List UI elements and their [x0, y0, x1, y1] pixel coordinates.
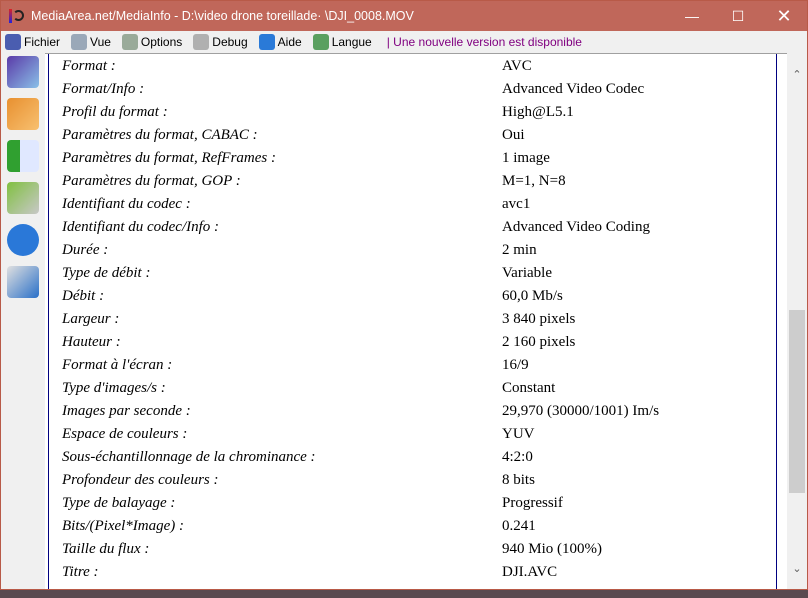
menu-langue[interactable]: Langue: [312, 33, 372, 50]
vertical-scrollbar[interactable]: ⌃ ⌄: [787, 54, 807, 589]
menu-debug[interactable]: Debug: [193, 33, 248, 50]
export-info-icon[interactable]: [7, 140, 39, 172]
update-notice[interactable]: | Une nouvelle version est disponible: [387, 35, 582, 49]
field-value: Oui: [502, 127, 525, 143]
close-button[interactable]: ✕: [761, 1, 807, 31]
web-documents-icon[interactable]: [7, 266, 39, 298]
field-label: Paramètres du format, GOP :: [62, 173, 241, 189]
debug-icon: [193, 33, 210, 50]
menu-bar: Fichier Vue Options Debug Aide Langue | Une no…: [1, 31, 807, 52]
field-label: Largeur :: [62, 311, 120, 327]
field-label: Hauteur :: [62, 334, 121, 350]
menu-label: Debug: [212, 34, 248, 49]
field-label: Format :: [62, 58, 116, 74]
field-label: Débit :: [62, 288, 105, 304]
menu-label: Options: [140, 34, 183, 49]
field-value: 4:2:0: [502, 449, 533, 465]
field-value: 940 Mio (100%): [502, 541, 602, 557]
field-value: High@L5.1: [502, 104, 574, 120]
field-label: Paramètres du format, CABAC :: [62, 127, 258, 143]
view-icon: [71, 33, 88, 50]
field-label: Identifiant du codec/Info :: [62, 219, 220, 235]
title-bar: MediaArea.net/MediaInfo - D:\video drone…: [1, 1, 807, 31]
field-value: 0.241: [502, 518, 536, 534]
field-value: 2 min: [502, 242, 537, 258]
field-label: Paramètres du format, RefFrames :: [62, 150, 276, 166]
mediainfo-app-icon: [9, 8, 25, 24]
field-label: Images par seconde :: [62, 403, 191, 419]
field-value: Constant: [502, 380, 556, 396]
field-label: Type de balayage :: [62, 495, 176, 511]
field-value: Progressif: [502, 495, 563, 511]
about-info-icon[interactable]: [7, 224, 39, 256]
field-value: avc1: [502, 196, 531, 212]
mediainfo-window: MediaArea.net/MediaInfo - D:\video drone…: [0, 0, 808, 590]
menu-fichier[interactable]: Fichier: [5, 33, 61, 50]
field-label: Bits/(Pixel*Image) :: [62, 518, 185, 534]
field-label: Taille du flux :: [62, 541, 150, 557]
preferences-wrench-icon[interactable]: [7, 182, 39, 214]
field-label: Profondeur des couleurs :: [62, 472, 219, 488]
menu-vue[interactable]: Vue: [71, 33, 111, 50]
open-folder-icon[interactable]: [7, 98, 39, 130]
field-value: 16/9: [502, 357, 529, 373]
field-value: 2 160 pixels: [502, 334, 576, 350]
menu-label: Aide: [277, 34, 302, 49]
options-icon: [121, 33, 138, 50]
field-value: 3 840 pixels: [502, 311, 576, 327]
globe-icon: [312, 33, 329, 50]
field-label: Sous-échantillonnage de la chrominance :: [62, 449, 316, 465]
scrollbar-thumb[interactable]: [789, 309, 805, 494]
help-icon: [258, 33, 275, 50]
file-music-icon: [5, 33, 21, 50]
field-label: Format à l'écran :: [62, 357, 173, 373]
field-label: Espace de couleurs :: [62, 426, 188, 442]
field-value: 29,970 (30000/1001) Im/s: [502, 403, 660, 419]
field-label: Titre :: [62, 564, 99, 580]
field-value: AVC: [502, 58, 532, 74]
menu-aide[interactable]: Aide: [258, 33, 302, 50]
field-value: 1 image: [502, 150, 550, 166]
field-value: Variable: [502, 265, 552, 281]
field-label: Type de débit :: [62, 265, 151, 281]
menu-label: Langue: [331, 34, 372, 49]
side-toolbar: [1, 54, 45, 589]
field-value: Advanced Video Codec: [502, 81, 645, 97]
scroll-down-icon[interactable]: ⌄: [787, 562, 807, 575]
open-file-icon[interactable]: [7, 56, 39, 88]
field-value: YUV: [502, 426, 535, 442]
menu-options[interactable]: Options: [121, 33, 183, 50]
field-value: M=1, N=8: [502, 173, 566, 189]
field-label: Type d'images/s :: [62, 380, 166, 396]
window-title: MediaArea.net/MediaInfo - D:\video drone…: [31, 9, 414, 23]
scroll-up-icon[interactable]: ⌃: [787, 68, 807, 81]
field-value: 60,0 Mb/s: [502, 288, 563, 304]
field-value: DJI.AVC: [502, 564, 558, 580]
field-label: Format/Info :: [62, 81, 145, 97]
field-label: Durée :: [62, 242, 109, 258]
info-panel: Format : AVC Format/Info : Advanced Video C…: [45, 53, 787, 589]
field-label: Identifiant du codec :: [62, 196, 191, 212]
menu-label: Fichier: [24, 34, 61, 49]
maximize-button[interactable]: ☐: [715, 1, 761, 31]
field-value: 8 bits: [502, 472, 535, 488]
menu-label: Vue: [90, 34, 111, 49]
field-label: Profil du format :: [62, 104, 168, 120]
minimize-button[interactable]: —: [669, 1, 715, 31]
field-value: Advanced Video Coding: [502, 219, 650, 235]
